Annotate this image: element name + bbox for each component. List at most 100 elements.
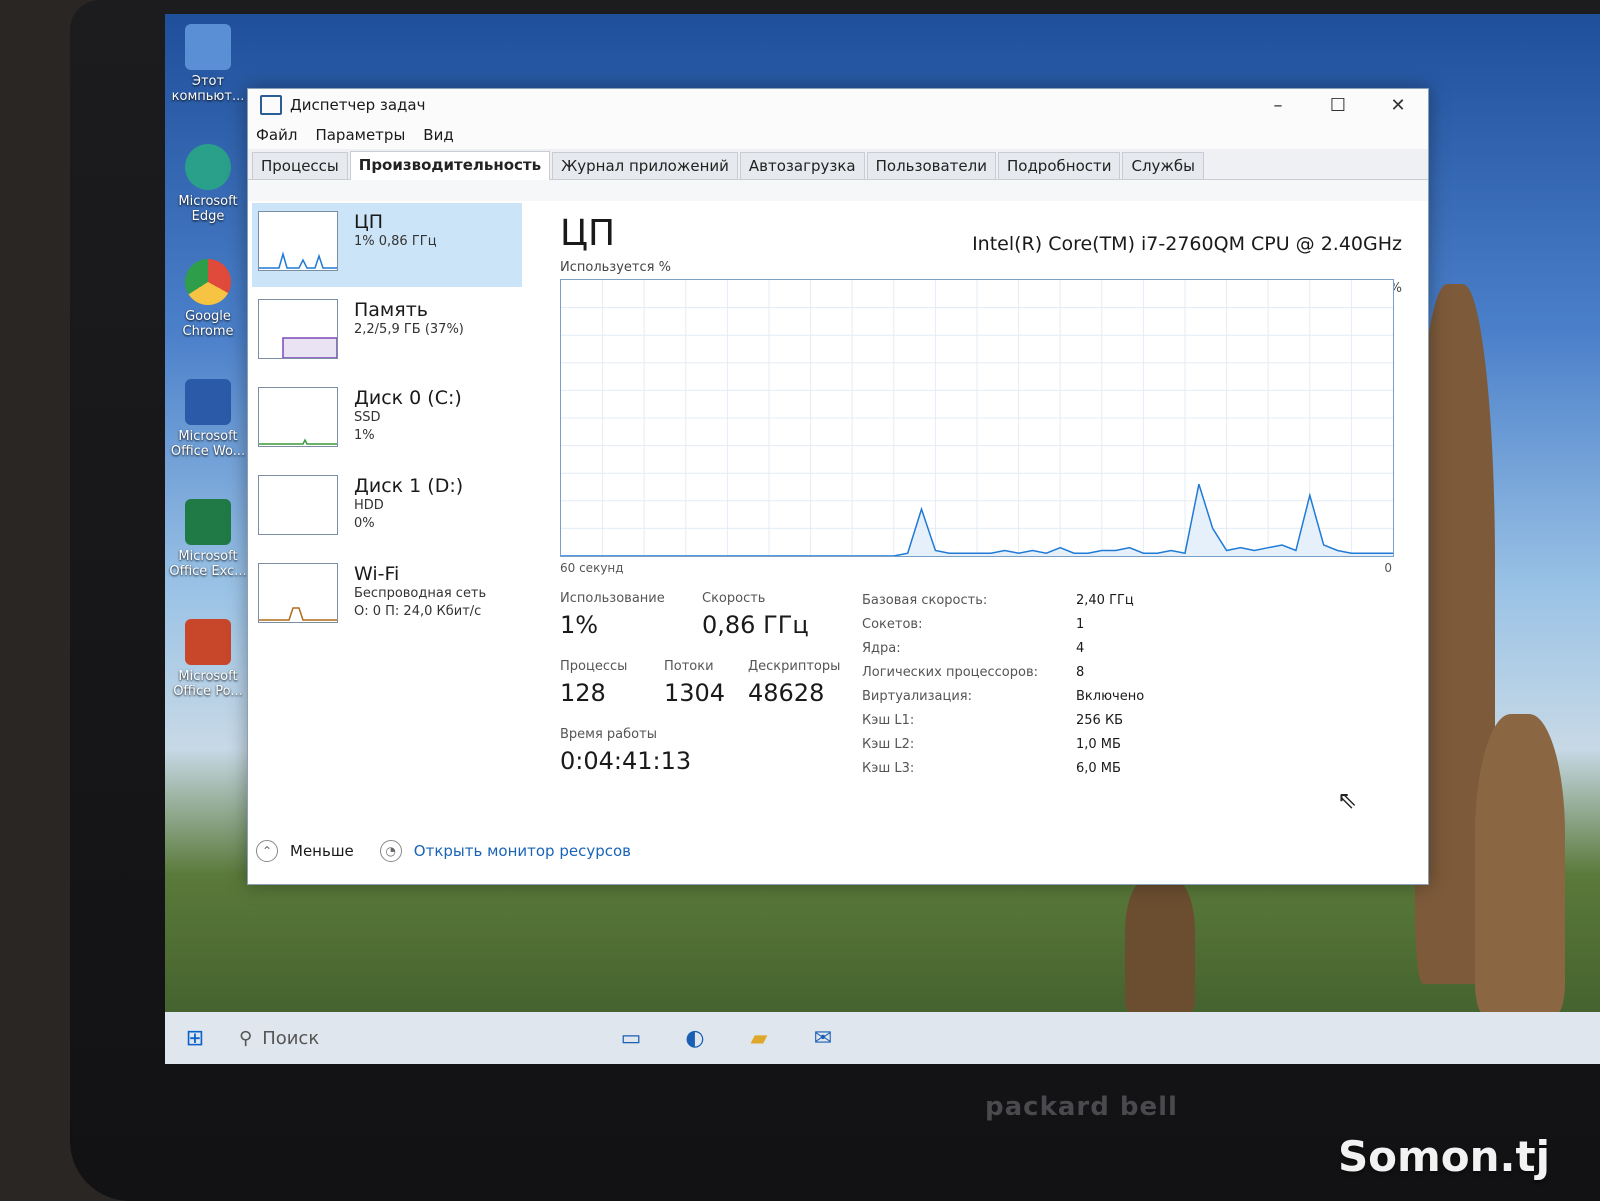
desktop-icon-label: Microsoft Office Exc... bbox=[169, 549, 247, 579]
spec-value: 4 bbox=[1076, 641, 1085, 656]
laptop-brand-logo: packard bell bbox=[985, 1092, 1178, 1122]
explorer-taskbar-button[interactable]: ▰ bbox=[737, 1016, 781, 1060]
disk1-thumbnail bbox=[258, 475, 338, 535]
excel-icon bbox=[185, 499, 231, 545]
minimize-icon: – bbox=[1273, 94, 1283, 116]
desktop-icon-excel[interactable]: Microsoft Office Exc... bbox=[169, 499, 247, 579]
chevron-up-icon: ⌃ bbox=[256, 840, 278, 862]
spec-key: Кэш L3: bbox=[862, 761, 915, 776]
cpu-stats: Использование 1% Скорость 0,86 ГГц Проце… bbox=[560, 591, 1402, 811]
threads-label: Потоки bbox=[664, 659, 714, 674]
memory-thumbnail bbox=[258, 299, 338, 359]
resource-detail: HDD bbox=[354, 498, 384, 513]
usage-label: Использование bbox=[560, 591, 665, 606]
resource-item-cpu[interactable]: ЦП 1% 0,86 ГГц bbox=[252, 203, 522, 287]
spec-key: Сокетов: bbox=[862, 617, 923, 632]
desktop-icon-label: Этот компьют... bbox=[171, 74, 245, 104]
desktop-icon-word[interactable]: Microsoft Office Wo... bbox=[169, 379, 247, 459]
resource-detail: 1% bbox=[354, 428, 375, 443]
resource-detail: 1% 0,86 ГГц bbox=[354, 234, 437, 249]
desktop-icon-chrome[interactable]: Google Chrome bbox=[169, 259, 247, 339]
fewer-details-button[interactable]: Меньше bbox=[290, 842, 354, 860]
close-button[interactable]: ✕ bbox=[1368, 89, 1428, 121]
edge-icon: ◐ bbox=[685, 1025, 705, 1051]
watermark: Somon.tj bbox=[1337, 1132, 1550, 1181]
tab-strip: Процессы Производительность Журнал прило… bbox=[248, 149, 1428, 180]
close-icon: ✕ bbox=[1390, 94, 1406, 116]
start-button[interactable]: ⊞ bbox=[165, 1012, 225, 1064]
taskbar-search[interactable]: ⚲ Поиск bbox=[225, 1012, 499, 1064]
spec-value: 2,40 ГГц bbox=[1076, 593, 1134, 608]
resource-monitor-icon: ◔ bbox=[379, 840, 402, 862]
handles-value: 48628 bbox=[748, 679, 825, 707]
desktop-icon-label: Microsoft Office Po... bbox=[173, 669, 243, 699]
spec-key: Виртуализация: bbox=[862, 689, 972, 704]
menu-bar: Файл Параметры Вид bbox=[248, 121, 1428, 149]
resource-name: Диск 1 (D:) bbox=[354, 475, 464, 497]
resource-name: ЦП bbox=[354, 211, 384, 233]
tab-details[interactable]: Подробности bbox=[997, 152, 1121, 179]
tab-users[interactable]: Пользователи bbox=[866, 152, 996, 179]
edge-taskbar-button[interactable]: ◐ bbox=[673, 1016, 717, 1060]
resource-detail: О: 0 П: 24,0 Кбит/с bbox=[354, 604, 482, 619]
folder-icon: ▰ bbox=[750, 1025, 768, 1051]
search-icon: ⚲ bbox=[239, 1027, 253, 1049]
task-view-button[interactable]: ▭ bbox=[609, 1016, 653, 1060]
desktop-icon-label: Google Chrome bbox=[182, 309, 234, 339]
spec-key: Кэш L1: bbox=[862, 713, 915, 728]
minimize-button[interactable]: – bbox=[1248, 89, 1308, 121]
tab-services[interactable]: Службы bbox=[1122, 152, 1205, 179]
spec-value: 1,0 МБ bbox=[1076, 737, 1121, 752]
taskbar: ⊞ ⚲ Поиск ▭ ◐ ▰ ✉ bbox=[165, 1012, 1600, 1064]
desktop-icon-powerpoint[interactable]: Microsoft Office Po... bbox=[169, 619, 247, 699]
computer-icon bbox=[185, 24, 231, 70]
graph-zero-label: 0 bbox=[1384, 561, 1392, 575]
spec-value: 1 bbox=[1076, 617, 1085, 632]
tab-processes[interactable]: Процессы bbox=[252, 152, 348, 179]
resource-detail: SSD bbox=[354, 410, 381, 425]
open-resource-monitor-link[interactable]: Открыть монитор ресурсов bbox=[414, 842, 631, 860]
spec-value: Включено bbox=[1076, 689, 1145, 704]
task-view-icon: ▭ bbox=[620, 1025, 642, 1051]
graph-axis: 60 секунд 0 bbox=[560, 561, 1392, 575]
spec-value: 6,0 МБ bbox=[1076, 761, 1121, 776]
title-bar: Диспетчер задач – ☐ ✕ bbox=[248, 89, 1428, 121]
chrome-icon bbox=[185, 259, 231, 305]
resource-item-disk0[interactable]: Диск 0 (C:) SSD 1% bbox=[252, 379, 522, 463]
performance-panel: ЦП 1% 0,86 ГГц Память 2,2/5,9 ГБ (37%) Д… bbox=[248, 201, 1428, 884]
menu-options[interactable]: Параметры bbox=[315, 126, 405, 144]
disk0-thumbnail bbox=[258, 387, 338, 447]
cpu-thumbnail bbox=[258, 211, 338, 271]
resource-detail: 2,2/5,9 ГБ (37%) bbox=[354, 322, 464, 337]
threads-value: 1304 bbox=[664, 679, 726, 707]
mail-taskbar-button[interactable]: ✉ bbox=[801, 1016, 845, 1060]
spec-value: 8 bbox=[1076, 665, 1085, 680]
desktop-icon-label: Microsoft Edge bbox=[178, 194, 238, 224]
maximize-button[interactable]: ☐ bbox=[1308, 89, 1368, 121]
tab-performance[interactable]: Производительность bbox=[349, 151, 551, 180]
cpu-usage-graph bbox=[560, 279, 1394, 557]
usage-value: 1% bbox=[560, 611, 599, 639]
processes-label: Процессы bbox=[560, 659, 628, 674]
task-manager-window: Диспетчер задач – ☐ ✕ Файл Параметры Вид… bbox=[247, 88, 1429, 885]
spec-key: Кэш L2: bbox=[862, 737, 915, 752]
resource-item-memory[interactable]: Память 2,2/5,9 ГБ (37%) bbox=[252, 291, 522, 375]
resource-item-disk1[interactable]: Диск 1 (D:) HDD 0% bbox=[252, 467, 522, 551]
resource-name: Память bbox=[354, 299, 428, 321]
word-icon bbox=[185, 379, 231, 425]
tab-app-history[interactable]: Журнал приложений bbox=[552, 152, 738, 179]
powerpoint-icon bbox=[185, 619, 231, 665]
mail-icon: ✉ bbox=[813, 1025, 833, 1051]
spec-value: 256 КБ bbox=[1076, 713, 1124, 728]
uptime-label: Время работы bbox=[560, 727, 657, 742]
cpu-detail: ЦП Intel(R) Core(TM) i7-2760QM CPU @ 2.4… bbox=[560, 203, 1402, 811]
resource-item-wifi[interactable]: Wi-Fi Беспроводная сеть О: 0 П: 24,0 Кби… bbox=[252, 555, 522, 639]
tab-startup[interactable]: Автозагрузка bbox=[739, 152, 865, 179]
task-manager-icon bbox=[260, 95, 282, 115]
utilization-label: Используется % bbox=[560, 260, 671, 275]
menu-view[interactable]: Вид bbox=[423, 126, 453, 144]
desktop-icon-edge[interactable]: Microsoft Edge bbox=[169, 144, 247, 224]
desktop-icon-computer[interactable]: Этот компьют... bbox=[169, 24, 247, 104]
speed-value: 0,86 ГГц bbox=[702, 611, 809, 639]
menu-file[interactable]: Файл bbox=[256, 126, 297, 144]
